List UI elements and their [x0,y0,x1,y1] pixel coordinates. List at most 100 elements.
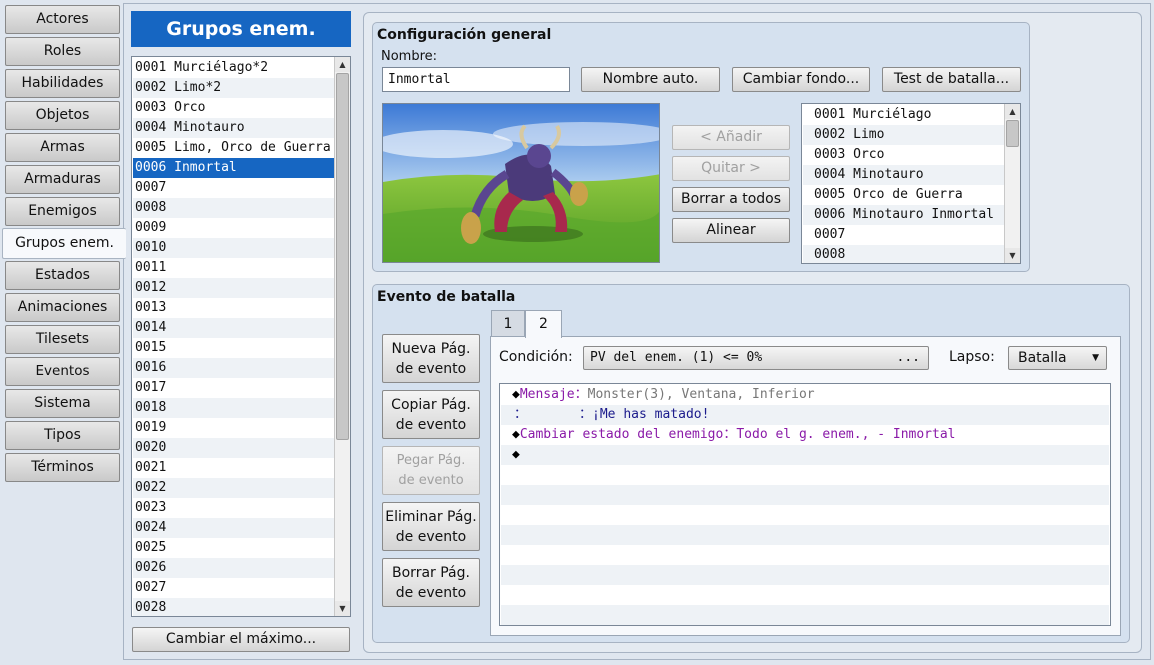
enemy-item[interactable]: 0001 Murciélago [803,105,1005,125]
add-enemy-button[interactable]: < Añadir [672,125,790,150]
troop-item[interactable]: 0018 [133,398,334,418]
troop-item[interactable]: 0003 Orco [133,98,334,118]
troop-item[interactable]: 0001 Murciélago*2 [133,58,334,78]
tab-sistema[interactable]: Sistema [5,389,120,418]
tab-tilesets[interactable]: Tilesets [5,325,120,354]
troop-item-label: 0015 [135,340,167,355]
troop-item[interactable]: 0013 [133,298,334,318]
enemy-item[interactable]: 0003 Orco [803,145,1005,165]
align-button[interactable]: Alinear [672,218,790,243]
troop-item[interactable]: 0023 [133,498,334,518]
troop-item-selected[interactable]: 0006 Inmortal [133,158,334,178]
troop-item-label: 0013 [135,300,167,315]
name-label: Nombre: [381,49,438,64]
troop-item[interactable]: 0020 [133,438,334,458]
span-select[interactable]: Batalla ▼ [1008,346,1107,370]
clear-page-button[interactable]: Borrar Pág. de evento [382,558,480,607]
command-row[interactable]: ◆Mensaje：Monster(3), Ventana, Inferior [501,385,1109,405]
command-row[interactable]: ◆ [501,445,1109,465]
condition-value: PV del enem. (1) <= 0% [590,350,763,365]
tab-habilidades[interactable]: Habilidades [5,69,120,98]
enemy-list[interactable]: 0001 Murciélago 0002 Limo 0003 Orco 0004… [801,103,1021,264]
event-command-list[interactable]: ◆Mensaje：Monster(3), Ventana, Inferior ：… [499,383,1111,626]
troop-item[interactable]: 0028 [133,598,334,616]
command-args: Monster(3), Ventana, Inferior [587,387,815,402]
enemy-list-scrollbar[interactable]: ▲ ▼ [1004,104,1020,263]
tab-armas[interactable]: Armas [5,133,120,162]
page-tab-2[interactable]: 2 [525,310,562,338]
tab-armaduras[interactable]: Armaduras [5,165,120,194]
troop-item[interactable]: 0014 [133,318,334,338]
chevron-down-icon: ▼ [1092,353,1099,363]
troop-item[interactable]: 0015 [133,338,334,358]
paste-page-label-1: Pegar Pág. [396,453,466,468]
scroll-thumb[interactable] [1006,120,1019,147]
new-page-button[interactable]: Nueva Pág. de evento [382,334,480,383]
condition-field[interactable]: PV del enem. (1) <= 0% ... [583,346,929,370]
troop-item[interactable]: 0012 [133,278,334,298]
tab-roles[interactable]: Roles [5,37,120,66]
troop-item[interactable]: 0007 [133,178,334,198]
change-max-button[interactable]: Cambiar el máximo... [132,627,350,652]
empty-row [501,465,1109,485]
enemy-item[interactable]: 0008 [803,245,1005,263]
troop-item[interactable]: 0005 Limo, Orco de Guerra [133,138,334,158]
command-row[interactable]: ◆Cambiar estado del enemigo：Todo el g. e… [501,425,1109,445]
troop-item[interactable]: 0019 [133,418,334,438]
troop-item[interactable]: 0026 [133,558,334,578]
troop-item[interactable]: 0016 [133,358,334,378]
tab-eventos-comunes[interactable]: Eventos comunes [5,357,120,406]
remove-enemy-button[interactable]: Quitar > [672,156,790,181]
tab-animaciones[interactable]: Animaciones [5,293,120,322]
command-row[interactable]: ：：¡Me has matado! [501,405,1109,425]
troop-item[interactable]: 0025 [133,538,334,558]
tab-enemigos[interactable]: Enemigos [5,197,120,226]
tab-actores[interactable]: Actores [5,5,120,34]
scroll-down-icon[interactable]: ▼ [335,601,350,616]
troop-item[interactable]: 0009 [133,218,334,238]
troop-item[interactable]: 0008 [133,198,334,218]
command-bullet: ◆ [512,447,520,462]
scroll-thumb[interactable] [336,73,349,440]
tab-objetos[interactable]: Objetos [5,101,120,130]
troop-list-scrollbar[interactable]: ▲ ▼ [334,57,350,616]
troop-item[interactable]: 0004 Minotauro [133,118,334,138]
command-bullet: ◆ [512,387,520,402]
name-input[interactable]: Inmortal [382,67,570,92]
scroll-up-icon[interactable]: ▲ [335,57,350,72]
clear-all-button[interactable]: Borrar a todos [672,187,790,212]
change-background-button[interactable]: Cambiar fondo... [732,67,870,92]
tab-tipos[interactable]: Tipos [5,421,120,450]
copy-page-button[interactable]: Copiar Pág. de evento [382,390,480,439]
enemy-item[interactable]: 0005 Orco de Guerra [803,185,1005,205]
troop-item[interactable]: 0024 [133,518,334,538]
troop-item[interactable]: 0002 Limo*2 [133,78,334,98]
troop-item[interactable]: 0011 [133,258,334,278]
troop-item[interactable]: 0017 [133,378,334,398]
troop-list[interactable]: 0001 Murciélago*2 0002 Limo*2 0003 Orco … [131,56,351,617]
scroll-up-icon[interactable]: ▲ [1005,104,1020,119]
enemy-item[interactable]: 0004 Minotauro [803,165,1005,185]
troop-item-label: 0023 [135,500,167,515]
enemy-item[interactable]: 0002 Limo [803,125,1005,145]
troop-item[interactable]: 0010 [133,238,334,258]
tab-terminos[interactable]: Términos [5,453,120,482]
tab-estados[interactable]: Estados [5,261,120,290]
ellipsis-icon: ... [896,350,920,365]
delete-page-button[interactable]: Eliminar Pág. de evento [382,502,480,551]
groups-header: Grupos enem. [131,11,351,47]
scroll-down-icon[interactable]: ▼ [1005,248,1020,263]
battle-test-button[interactable]: Test de batalla... [882,67,1021,92]
page-tab-1[interactable]: 1 [491,310,525,337]
troop-item[interactable]: 0022 [133,478,334,498]
troop-item-label: 0017 [135,380,167,395]
troop-item[interactable]: 0027 [133,578,334,598]
troop-item-label: 0019 [135,420,167,435]
auto-name-button[interactable]: Nombre auto. [581,67,720,92]
troop-item[interactable]: 0021 [133,458,334,478]
paste-page-button[interactable]: Pegar Pág. de evento [382,446,480,495]
tab-grupos-enem[interactable]: Grupos enem. [2,228,126,259]
enemy-item[interactable]: 0006 Minotauro Inmortal [803,205,1005,225]
enemy-item[interactable]: 0007 [803,225,1005,245]
battle-preview[interactable] [382,103,660,263]
